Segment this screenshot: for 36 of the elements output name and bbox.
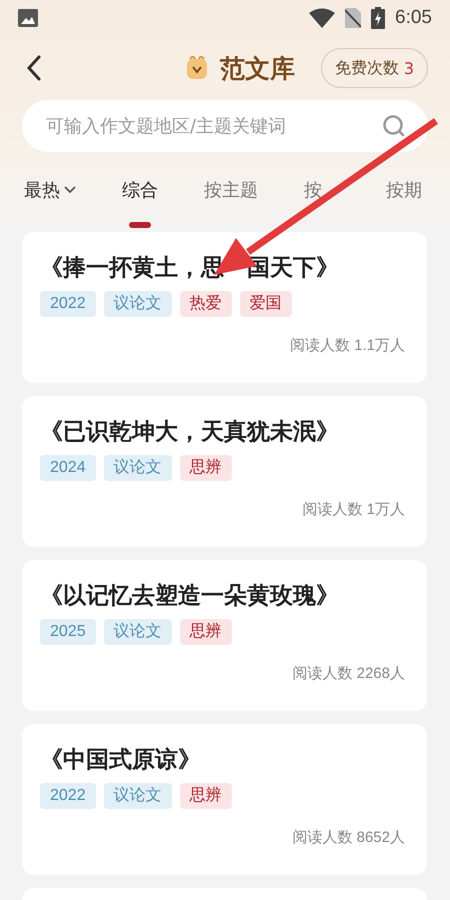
- tag: 2025: [40, 619, 96, 645]
- tag: 思辨: [180, 783, 232, 809]
- status-time: 6:05: [395, 7, 432, 29]
- tag: 热爱: [180, 291, 232, 317]
- tag: 2022: [40, 783, 96, 809]
- tag: 议论文: [104, 291, 172, 317]
- tag: 思辨: [180, 619, 232, 645]
- sort-dropdown[interactable]: 最热: [24, 168, 76, 212]
- search-icon[interactable]: [382, 114, 406, 138]
- read-count: 阅读人数 8652人: [292, 829, 405, 846]
- read-count: 阅读人数 1万人: [302, 501, 405, 518]
- tag: 议论文: [104, 619, 172, 645]
- battery-charging-icon: [371, 7, 386, 29]
- tag: 2022: [40, 291, 96, 317]
- no-sim-icon: [345, 8, 362, 28]
- article-title[interactable]: 《中国式原谅》: [40, 742, 405, 778]
- search-field[interactable]: 可输入作文题地区/主题关键词: [22, 100, 428, 152]
- tag: 议论文: [104, 455, 172, 481]
- tag: 爱国: [240, 291, 292, 317]
- tag: 议论文: [104, 783, 172, 809]
- chevron-down-icon: [64, 186, 76, 194]
- bag-logo-icon: [186, 56, 208, 80]
- article-title[interactable]: 《以记忆去塑造一朵黄玫瑰》: [40, 578, 405, 614]
- free-count-button[interactable]: 免费次数 3: [320, 48, 428, 88]
- tag: 思辨: [180, 455, 232, 481]
- tab[interactable]: 综合: [122, 168, 158, 228]
- page-title: 范文库: [220, 52, 295, 84]
- article-title[interactable]: 《已识乾坤大，天真犹未泯》: [40, 414, 405, 450]
- tab[interactable]: 按期: [386, 168, 422, 228]
- tab[interactable]: 按: [304, 168, 340, 228]
- wifi-icon: [309, 8, 336, 28]
- tab[interactable]: 按主题: [204, 168, 258, 228]
- read-count: 阅读人数 2268人: [292, 665, 405, 682]
- image-icon: [18, 9, 38, 27]
- tag: 2024: [40, 455, 96, 481]
- read-count: 阅读人数 1.1万人: [290, 337, 405, 354]
